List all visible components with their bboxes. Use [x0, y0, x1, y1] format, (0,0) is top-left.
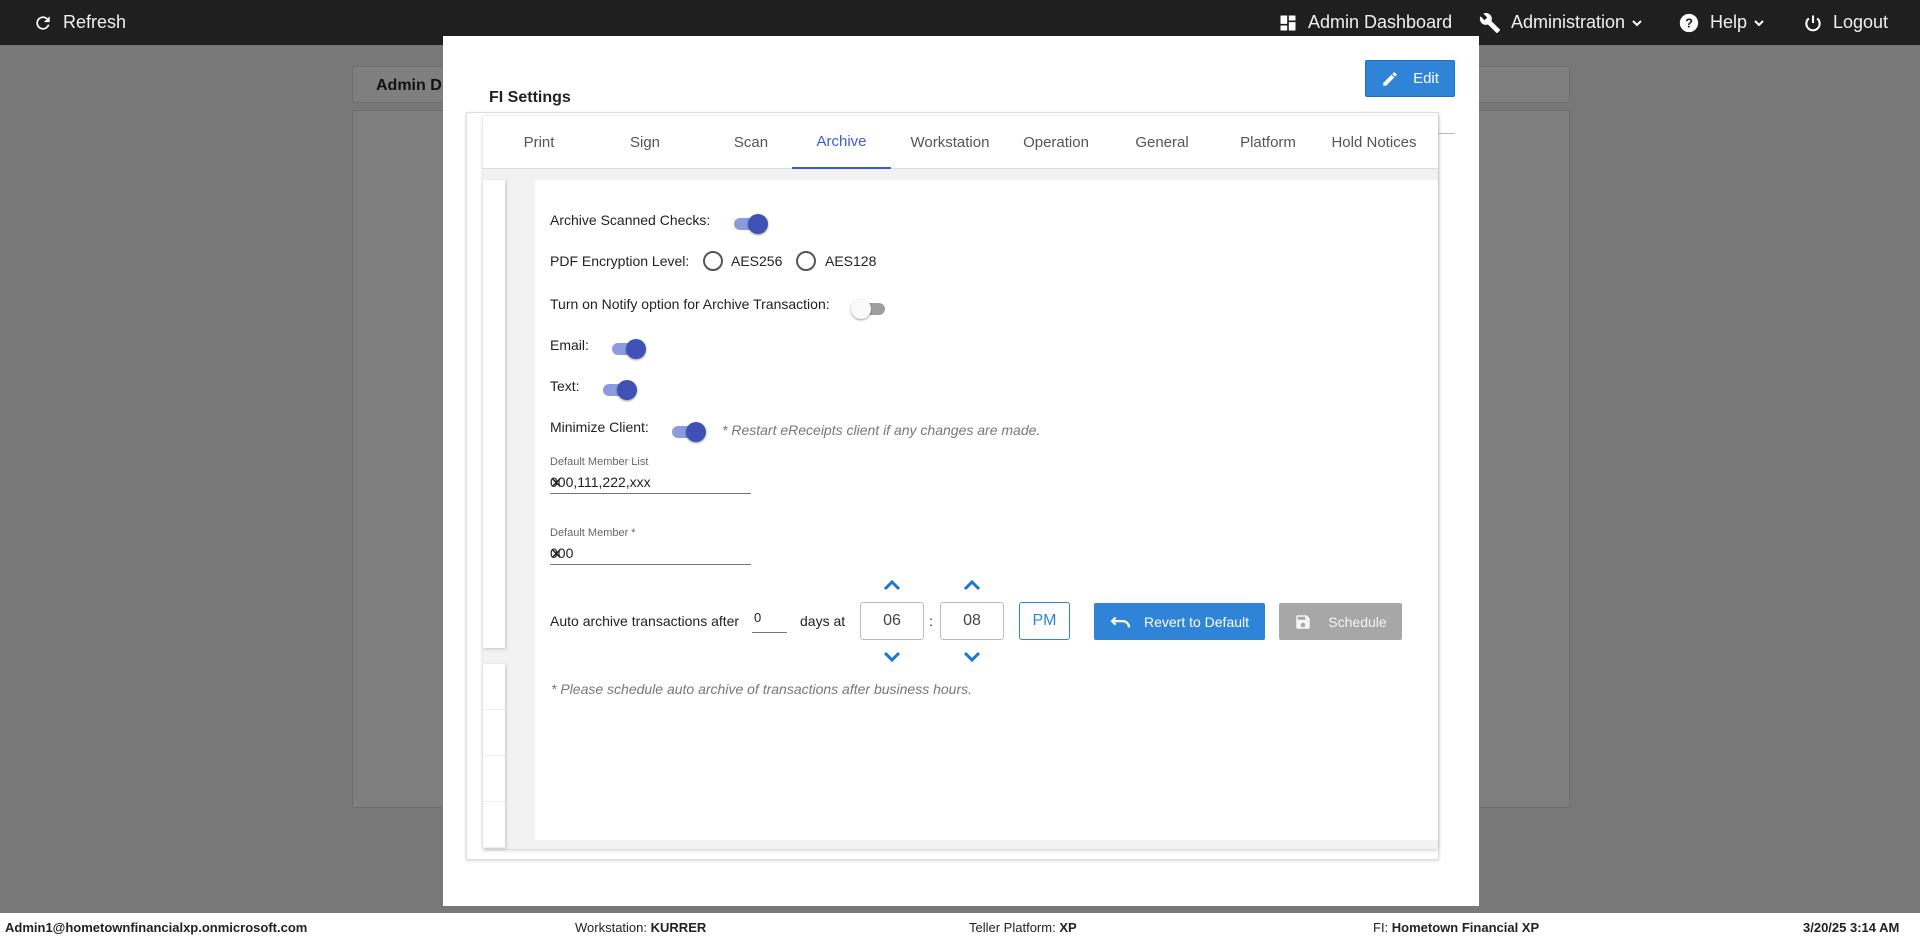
settings-tabs: Print Sign Scan Archive Workstation Oper… — [483, 116, 1438, 169]
minute-increment-icon[interactable] — [962, 578, 982, 592]
text-toggle[interactable] — [601, 379, 637, 401]
minimize-client-label: Minimize Client: — [550, 419, 649, 435]
hour-input[interactable]: 06 — [860, 602, 924, 640]
admin-dashboard-label: Admin Dashboard — [1308, 12, 1453, 32]
days-input[interactable]: 0 — [752, 606, 787, 633]
notify-label: Turn on Notify option for Archive Transa… — [550, 296, 830, 312]
wrench-icon — [1479, 12, 1501, 33]
email-label: Email: — [550, 337, 589, 353]
status-workstation: Workstation: KURRER — [575, 920, 707, 935]
default-member-list-label: Default Member List — [550, 456, 649, 468]
power-icon — [1805, 15, 1821, 31]
status-user: Admin1@hometownfinancialxp.onmicrosoft.c… — [5, 920, 308, 935]
status-fi: FI: Hometown Financial XP — [1373, 920, 1540, 935]
aes256-radio[interactable] — [703, 251, 723, 271]
status-platform: Teller Platform: XP — [969, 920, 1077, 935]
chevron-down-icon — [1754, 19, 1764, 26]
side-list-item[interactable] — [483, 664, 505, 710]
administration-label: Administration — [1511, 12, 1626, 32]
schedule-note: * Please schedule auto archive of transa… — [551, 681, 973, 697]
tab-operation[interactable]: Operation — [1003, 116, 1109, 169]
hour-increment-icon[interactable] — [882, 578, 902, 592]
undo-icon — [1110, 616, 1131, 627]
default-member-label: Default Member * — [550, 527, 636, 539]
help-menu[interactable]: ? Help — [1678, 0, 1765, 45]
archive-scanned-checks-toggle[interactable] — [732, 213, 768, 235]
aes128-label: AES128 — [825, 253, 877, 269]
tab-archive[interactable]: Archive — [792, 116, 891, 169]
clear-icon[interactable]: ✕ — [550, 474, 747, 492]
side-list-item[interactable] — [483, 710, 505, 756]
administration-menu[interactable]: Administration — [1479, 0, 1643, 45]
status-bar: Admin1@hometownfinancialxp.onmicrosoft.c… — [0, 913, 1920, 941]
tab-workstation[interactable]: Workstation — [897, 116, 1003, 169]
side-list-collapsed[interactable] — [483, 664, 505, 848]
svg-text:?: ? — [1685, 15, 1693, 30]
tab-sign[interactable]: Sign — [592, 116, 698, 169]
help-label: Help — [1710, 12, 1748, 32]
save-icon — [1296, 614, 1311, 629]
edit-label: Edit — [1413, 70, 1439, 87]
edit-button[interactable]: Edit — [1365, 60, 1455, 97]
side-nav-collapsed[interactable] — [483, 180, 505, 648]
side-list-item[interactable] — [483, 802, 505, 848]
aes128-radio[interactable] — [796, 251, 816, 271]
minimize-client-toggle[interactable] — [670, 421, 706, 443]
chevron-down-icon — [1632, 19, 1642, 26]
dialog-title: FI Settings — [489, 89, 571, 106]
default-member-list-field[interactable]: Default Member List 000,111,222,xxx ✕ — [550, 456, 751, 494]
archive-settings-content — [535, 180, 1438, 840]
refresh-icon — [36, 15, 50, 30]
am-pm-toggle-button[interactable]: PM — [1019, 602, 1070, 640]
hour-decrement-icon[interactable] — [882, 650, 902, 664]
days-at-label: days at — [800, 613, 846, 629]
help-icon: ? — [1679, 13, 1699, 32]
archive-scanned-checks-label: Archive Scanned Checks: — [550, 212, 711, 228]
dashboard-icon — [1280, 15, 1296, 30]
minute-decrement-icon[interactable] — [962, 650, 982, 664]
schedule-label: Schedule — [1328, 613, 1387, 630]
logout-label: Logout — [1833, 12, 1889, 32]
logout-button[interactable]: Logout — [1803, 0, 1888, 45]
default-member-list-input[interactable]: 000,111,222,xxx ✕ — [550, 472, 751, 494]
auto-archive-label: Auto archive transactions after — [550, 613, 740, 629]
default-member-field[interactable]: Default Member * 000 ✕ — [550, 527, 751, 565]
revert-label: Revert to Default — [1143, 613, 1250, 630]
email-toggle[interactable] — [610, 338, 646, 360]
time-separator: : — [929, 613, 933, 629]
revert-to-default-button[interactable]: Revert to Default — [1094, 603, 1265, 640]
refresh-button[interactable]: Refresh — [33, 0, 126, 45]
aes256-label: AES256 — [731, 253, 783, 269]
pdf-encryption-label: PDF Encryption Level: — [550, 253, 690, 269]
tab-platform[interactable]: Platform — [1215, 116, 1321, 169]
side-list-item[interactable] — [483, 756, 505, 802]
schedule-button[interactable]: Schedule — [1279, 603, 1402, 640]
tab-general[interactable]: General — [1109, 116, 1215, 169]
text-label: Text: — [550, 378, 580, 394]
tab-scan[interactable]: Scan — [698, 116, 804, 169]
minute-input[interactable]: 08 — [940, 602, 1004, 640]
default-member-input[interactable]: 000 ✕ — [550, 543, 751, 565]
tab-print[interactable]: Print — [486, 116, 592, 169]
clear-icon[interactable]: ✕ — [550, 545, 747, 563]
status-datetime: 3/20/25 3:14 AM — [1803, 920, 1900, 935]
restart-note: * Restart eReceipts client if any change… — [722, 422, 1041, 438]
pencil-icon — [1383, 71, 1397, 86]
tab-hold-notices[interactable]: Hold Notices — [1321, 116, 1427, 169]
refresh-label: Refresh — [63, 12, 127, 32]
notify-toggle[interactable] — [851, 298, 887, 320]
